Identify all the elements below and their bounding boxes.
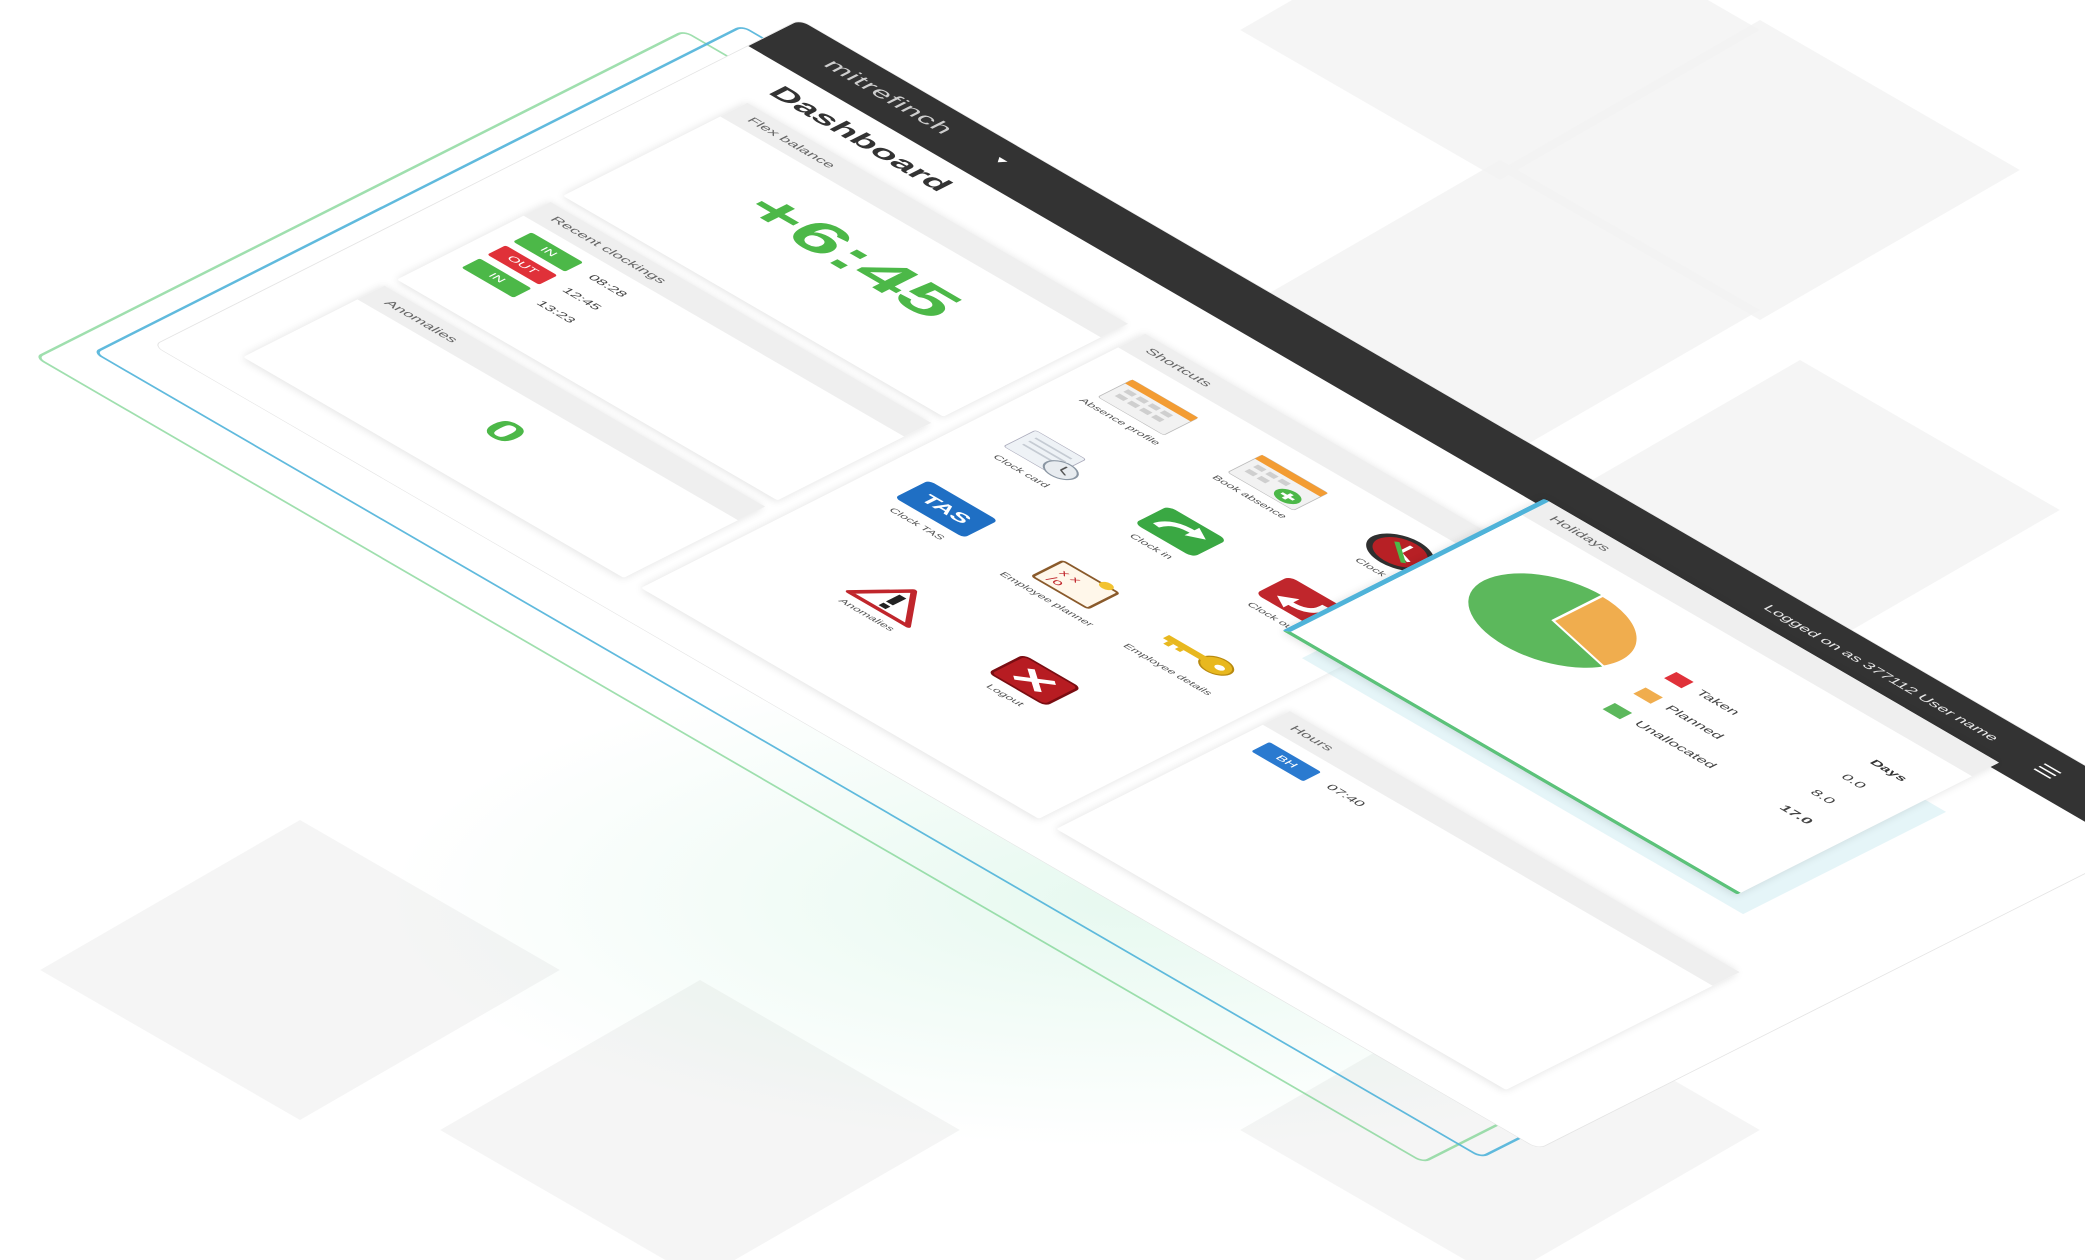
legend-swatch — [1664, 671, 1694, 689]
logout-icon — [973, 647, 1095, 715]
warning-icon — [835, 566, 957, 634]
shortcut-logout[interactable]: Logout — [948, 639, 1108, 728]
shortcut-employee-details[interactable]: Employee details — [1111, 613, 1271, 702]
menu-bars-icon[interactable]: ☰ — [2019, 756, 2075, 787]
days-column-header: Days — [1866, 758, 1911, 783]
legend-value: 17.0 — [1776, 803, 1817, 826]
hours-time: 07:40 — [1322, 783, 1368, 809]
key-icon — [1136, 621, 1258, 689]
legend-label: Taken — [1692, 688, 1744, 717]
legend-value: 8.0 — [1806, 787, 1840, 806]
planner-icon: x x/o — [1015, 551, 1137, 619]
shortcut-clock-in[interactable]: Clock in — [1095, 490, 1255, 579]
shortcut-employee-planner[interactable]: x x/o Employee planner — [990, 543, 1150, 632]
tas-icon: TAS — [885, 475, 1007, 543]
shortcut-clock-card[interactable]: Clock card — [965, 415, 1125, 504]
shortcut-anomalies[interactable]: Anomalies — [810, 559, 970, 648]
shortcut-clock-tas[interactable]: TAS Clock TAS — [860, 468, 1020, 557]
clock-in-arrow-icon — [1120, 498, 1242, 565]
help-icon[interactable]: ? — [2079, 790, 2085, 822]
clock-card-icon — [990, 423, 1112, 491]
legend-value: 0.0 — [1837, 772, 1870, 791]
legend-swatch — [1633, 687, 1663, 704]
chevron-down-icon[interactable]: ▼ — [988, 154, 1013, 168]
tas-icon-text: TAS — [894, 480, 999, 538]
legend-swatch — [1602, 702, 1633, 720]
